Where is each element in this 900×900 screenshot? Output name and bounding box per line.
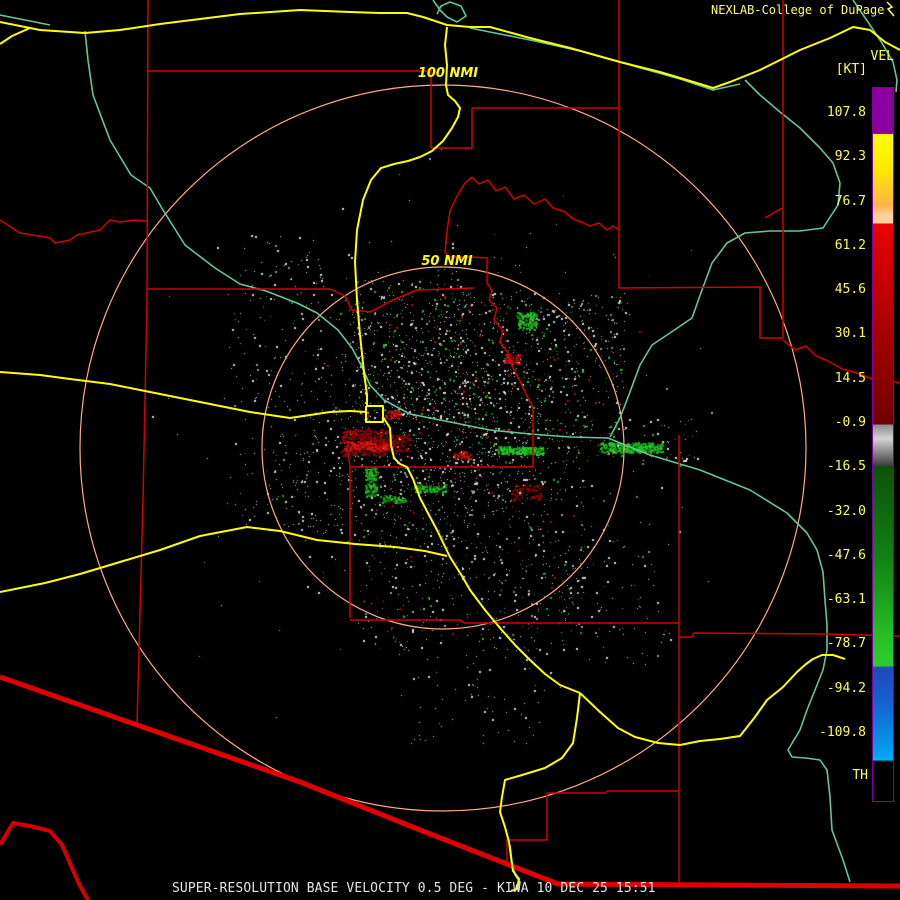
radar-display: 100 NMI 50 NMI NEXLAB-College of DuPage … — [0, 0, 900, 900]
colorbar-tick-14.5: 14.5 — [834, 370, 866, 386]
county-borders — [764, 207, 783, 219]
highways-teal — [84, 30, 851, 883]
highways-yellow — [499, 692, 581, 892]
highways-teal — [609, 79, 841, 438]
colorbar-tick--109.8: -109.8 — [819, 724, 866, 740]
county-borders — [547, 790, 679, 794]
colorbar-tick--78.7: -78.7 — [826, 636, 866, 652]
highways-yellow — [0, 371, 368, 419]
county-borders — [618, 0, 784, 339]
colorbar-tick-61.2: 61.2 — [834, 237, 866, 253]
highways-teal — [469, 27, 741, 91]
colorbar-tick-92.3: 92.3 — [834, 149, 866, 165]
lightning-icon — [886, 1, 895, 17]
highways-yellow — [365, 405, 384, 423]
county-borders — [147, 68, 619, 149]
colorbar-unit-label: VEL — [870, 49, 894, 64]
colorbar-tick--0.9: -0.9 — [834, 414, 866, 430]
colorbar-tick-107.8: 107.8 — [826, 105, 866, 120]
county-borders — [350, 619, 679, 624]
highways-yellow — [354, 26, 461, 406]
highways-yellow — [0, 27, 31, 45]
county-borders — [0, 219, 148, 244]
border-wavy — [0, 821, 90, 900]
product-title: SUPER-RESOLUTION BASE VELOCITY 0.5 DEG -… — [172, 881, 656, 896]
international-border-thick — [0, 674, 900, 889]
range-ring-0 — [79, 84, 807, 812]
colorbar-tick--94.2: -94.2 — [826, 680, 866, 696]
range-ring-label-100nmi: 100 NMI — [417, 66, 479, 81]
basemap-svg — [0, 0, 900, 900]
colorbar-tick-30.1: 30.1 — [834, 326, 866, 342]
county-borders — [347, 451, 533, 468]
highways-teal — [432, 0, 467, 23]
highways-yellow — [382, 416, 581, 694]
colorbar-threshold-label: TH — [852, 768, 868, 783]
highways-yellow — [579, 654, 846, 746]
range-ring-label-50nmi: 50 NMI — [421, 254, 473, 269]
county-borders — [471, 176, 620, 231]
county-borders — [136, 0, 149, 725]
colorbar-tick--16.5: -16.5 — [826, 459, 866, 475]
highways-yellow — [0, 526, 448, 593]
colorbar-unit-kt-label: [KT] — [835, 62, 867, 77]
colorbar-tick--47.6: -47.6 — [826, 547, 866, 563]
range-ring-1 — [261, 266, 625, 630]
colorbar-tick-76.7: 76.7 — [834, 193, 866, 209]
page-title: NEXLAB-College of DuPage — [711, 3, 885, 17]
colorbar-tick-45.6: 45.6 — [834, 282, 866, 298]
county-borders — [147, 287, 474, 313]
county-borders — [506, 793, 548, 862]
colorbar-tick--63.1: -63.1 — [826, 592, 866, 608]
velocity-colorbar — [872, 87, 894, 802]
colorbar-tick--32.0: -32.0 — [826, 503, 866, 519]
county-borders — [679, 632, 900, 638]
